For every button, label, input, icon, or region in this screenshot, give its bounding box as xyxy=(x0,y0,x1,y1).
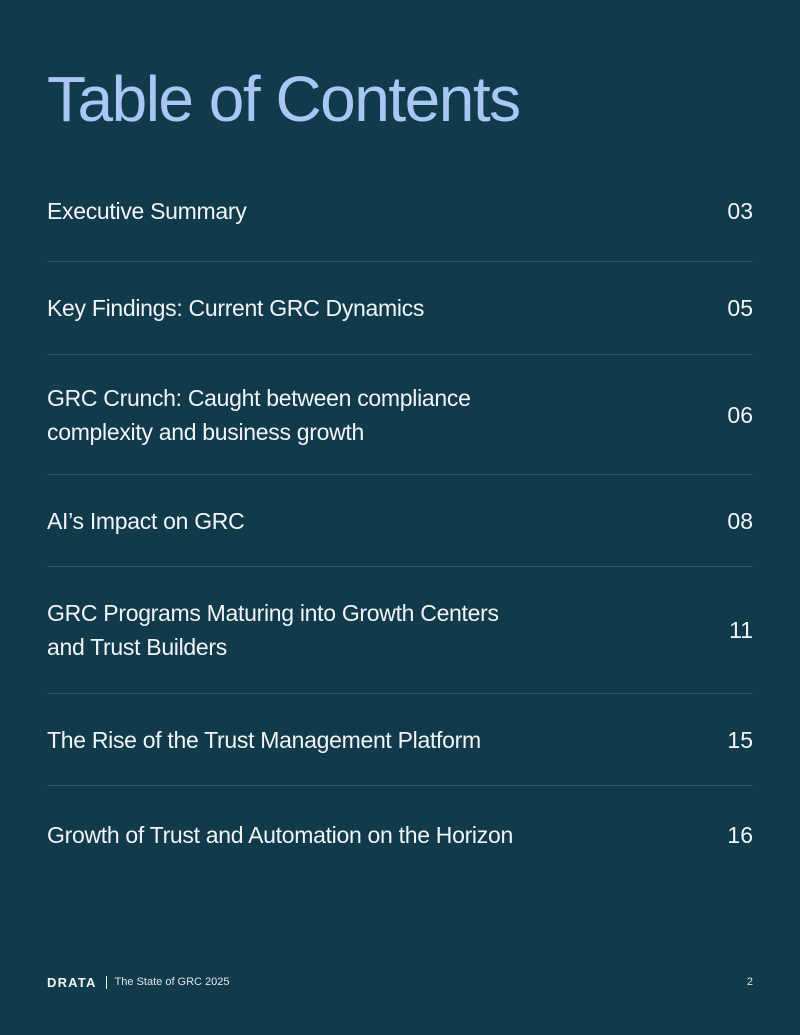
brand-logo: DRATA xyxy=(47,974,97,990)
toc-item-ai-impact[interactable]: AI’s Impact on GRC 08 xyxy=(47,475,753,567)
toc-item-label: The Rise of the Trust Management Platfor… xyxy=(47,726,481,753)
toc-page-number: 05 xyxy=(727,295,753,321)
table-of-contents: Executive Summary 03 Key Findings: Curre… xyxy=(47,160,753,884)
document-page: Table of Contents Executive Summary 03 K… xyxy=(0,0,800,1035)
page-footer: DRATA The State of GRC 2025 2 xyxy=(47,973,753,991)
toc-item-label: AI’s Impact on GRC xyxy=(47,507,245,534)
toc-item-label: GRC Crunch: Caught between compliance co… xyxy=(47,384,471,445)
toc-item-label: Growth of Trust and Automation on the Ho… xyxy=(47,822,513,848)
toc-item-label: GRC Programs Maturing into Growth Center… xyxy=(47,600,499,660)
toc-item-executive-summary[interactable]: Executive Summary 03 xyxy=(47,160,753,262)
document-title: The State of GRC 2025 xyxy=(114,976,230,988)
toc-page-number: 08 xyxy=(727,507,753,534)
toc-item-trust-platform[interactable]: The Rise of the Trust Management Platfor… xyxy=(47,694,753,786)
toc-page-number: 15 xyxy=(727,726,753,753)
footer-divider xyxy=(105,975,107,989)
toc-item-grc-crunch[interactable]: GRC Crunch: Caught between compliance co… xyxy=(47,355,753,475)
page-title: Table of Contents xyxy=(47,63,521,135)
toc-page-number: 06 xyxy=(727,401,753,428)
toc-item-label: Executive Summary xyxy=(47,197,247,224)
toc-page-number: 11 xyxy=(729,617,753,643)
toc-page-number: 03 xyxy=(727,197,753,224)
toc-page-number: 16 xyxy=(727,822,753,848)
toc-item-key-findings[interactable]: Key Findings: Current GRC Dynamics 05 xyxy=(47,262,753,355)
footer-brand-group: DRATA The State of GRC 2025 xyxy=(47,975,230,990)
footer-page-number: 2 xyxy=(746,976,753,988)
toc-item-label: Key Findings: Current GRC Dynamics xyxy=(47,295,425,321)
toc-item-grc-programs[interactable]: GRC Programs Maturing into Growth Center… xyxy=(47,567,753,694)
toc-item-growth-trust[interactable]: Growth of Trust and Automation on the Ho… xyxy=(47,786,753,884)
